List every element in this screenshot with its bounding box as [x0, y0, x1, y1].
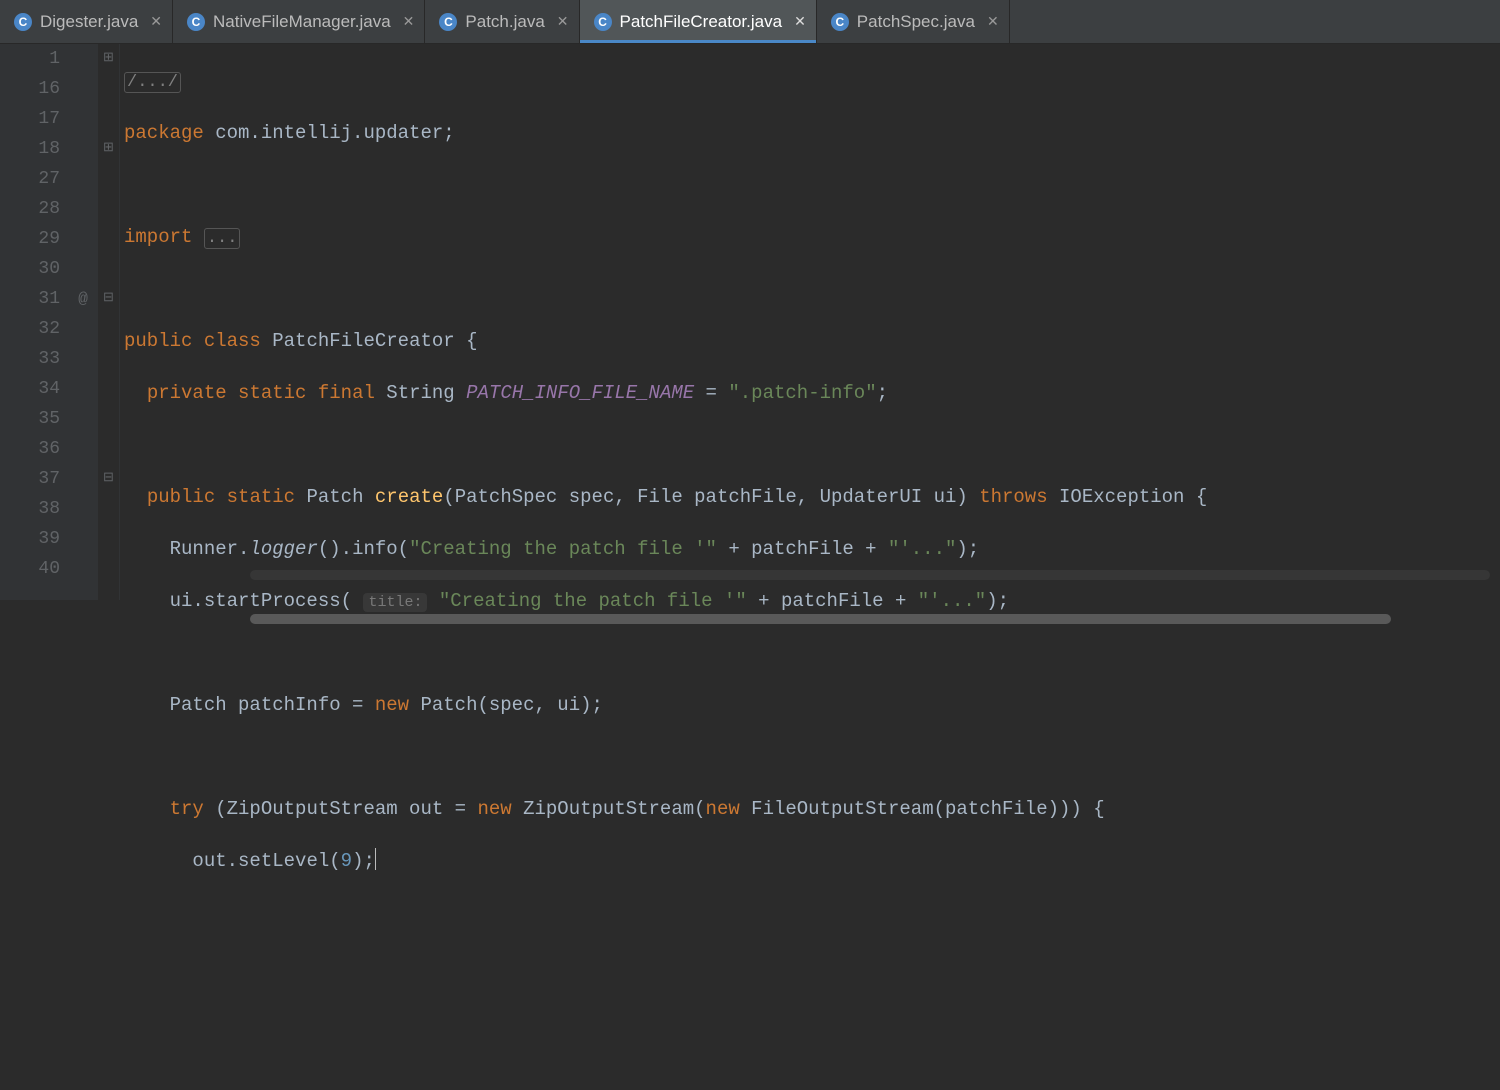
line-number: 16	[0, 74, 60, 104]
line-number: 32	[0, 314, 60, 344]
folded-region[interactable]: /.../	[124, 72, 181, 93]
close-icon[interactable]: ✕	[794, 13, 806, 30]
code-area[interactable]: /.../ package com.intellij.updater; impo…	[120, 44, 1500, 600]
close-icon[interactable]: ✕	[403, 13, 415, 30]
fold-toggle-icon[interactable]: ⊟	[98, 284, 119, 314]
line-number: 27	[0, 164, 60, 194]
line-number: 35	[0, 404, 60, 434]
line-number: 30	[0, 254, 60, 284]
close-icon[interactable]: ✕	[987, 13, 999, 30]
class-icon: C	[439, 13, 457, 31]
close-icon[interactable]: ✕	[150, 13, 162, 30]
annotation-gutter: @	[68, 44, 98, 600]
scrollbar-thumb[interactable]	[250, 614, 1391, 624]
fold-toggle-icon[interactable]: ⊟	[98, 464, 119, 494]
line-number: 39	[0, 524, 60, 554]
folded-region[interactable]: ...	[204, 228, 241, 249]
fold-toggle-icon[interactable]: ⊞	[98, 134, 119, 164]
breadcrumb[interactable]	[240, 580, 256, 600]
line-number: 38	[0, 494, 60, 524]
line-number: 18	[0, 134, 60, 164]
tab-label: Patch.java	[465, 12, 544, 32]
tab-digester[interactable]: C Digester.java ✕	[0, 0, 173, 43]
editor-tabs: C Digester.java ✕ C NativeFileManager.ja…	[0, 0, 1500, 44]
horizontal-scrollbar[interactable]	[250, 570, 1490, 580]
override-marker-icon[interactable]: @	[68, 284, 98, 314]
tab-patchfilecreator[interactable]: C PatchFileCreator.java ✕	[580, 0, 817, 43]
line-number: 33	[0, 344, 60, 374]
tab-nativefilemanager[interactable]: C NativeFileManager.java ✕	[173, 0, 425, 43]
line-number: 37	[0, 464, 60, 494]
line-number-gutter: 1 16 17 18 27 28 29 30 31 32 33 34 35 36…	[0, 44, 68, 600]
line-number: 28	[0, 194, 60, 224]
tab-label: Digester.java	[40, 12, 138, 32]
line-number: 1	[0, 44, 60, 74]
fold-gutter: ⊞ ⊞ ⊟ ⊟	[98, 44, 120, 600]
line-number: 34	[0, 374, 60, 404]
class-icon: C	[831, 13, 849, 31]
line-number: 40	[0, 554, 60, 584]
class-icon: C	[187, 13, 205, 31]
class-icon: C	[594, 13, 612, 31]
tab-patchspec[interactable]: C PatchSpec.java ✕	[817, 0, 1010, 43]
tab-label: NativeFileManager.java	[213, 12, 391, 32]
tab-label: PatchFileCreator.java	[620, 12, 783, 32]
text-caret	[375, 848, 376, 870]
line-number: 31	[0, 284, 60, 314]
line-number: 17	[0, 104, 60, 134]
class-icon: C	[14, 13, 32, 31]
tab-patch[interactable]: C Patch.java ✕	[425, 0, 579, 43]
tab-label: PatchSpec.java	[857, 12, 975, 32]
fold-toggle-icon[interactable]: ⊞	[98, 44, 119, 74]
close-icon[interactable]: ✕	[557, 13, 569, 30]
line-number: 29	[0, 224, 60, 254]
line-number: 36	[0, 434, 60, 464]
editor-area: 1 16 17 18 27 28 29 30 31 32 33 34 35 36…	[0, 44, 1500, 600]
